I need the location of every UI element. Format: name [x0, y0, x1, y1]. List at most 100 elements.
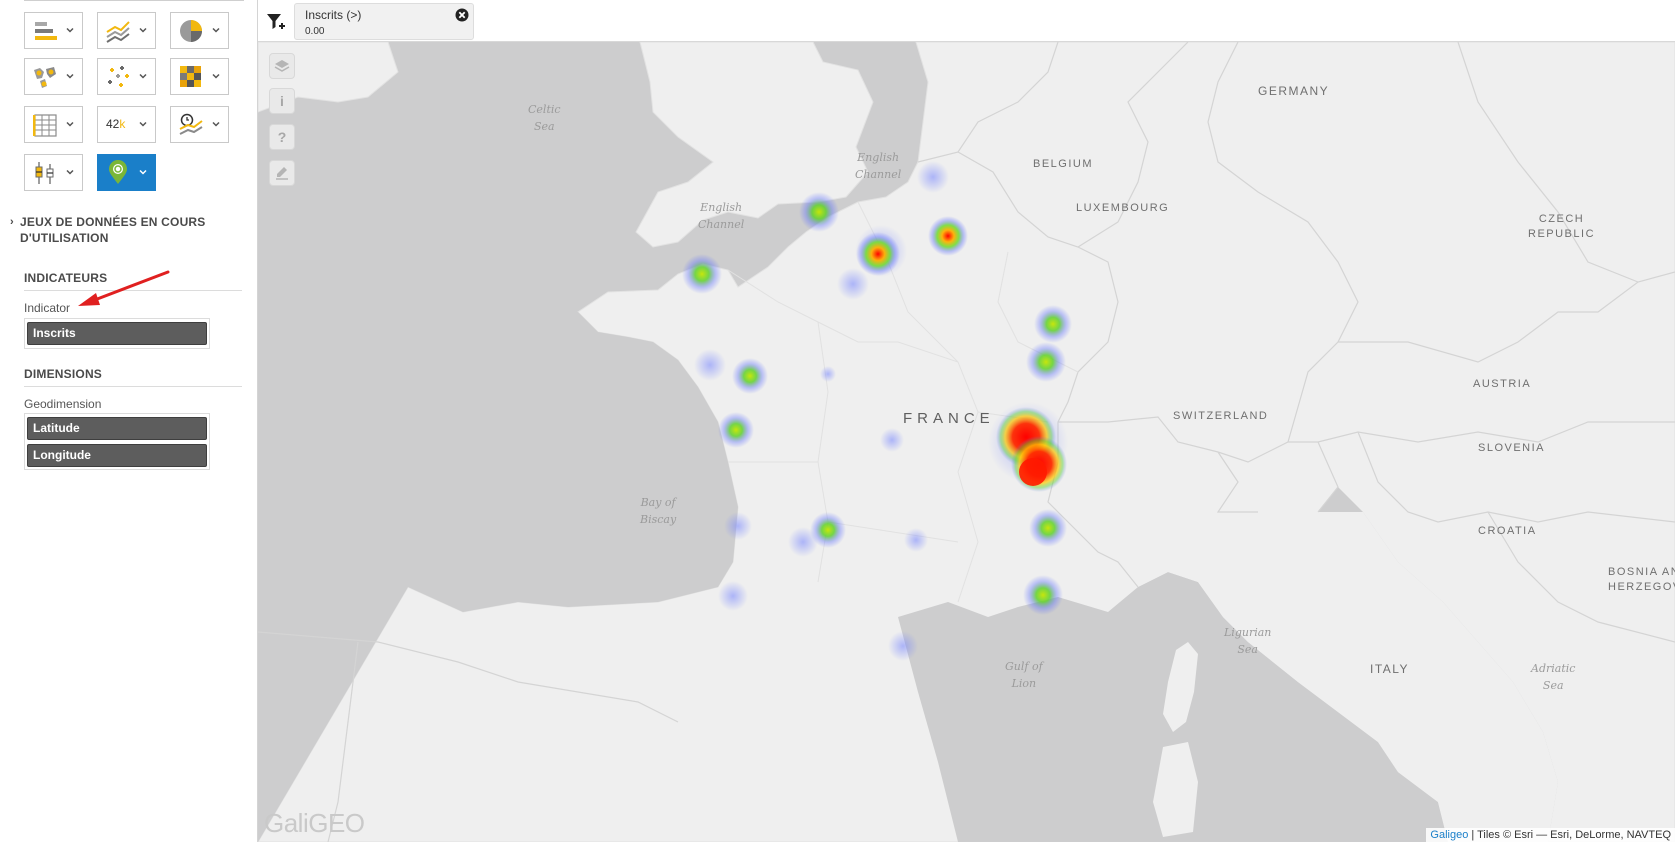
- filter-chip[interactable]: Inscrits (>) 0.00: [294, 3, 474, 40]
- chevron-down-icon: [139, 169, 147, 175]
- label-czech-republic: CZECH REPUBLIC: [1528, 213, 1596, 240]
- dimension-pill-latitude[interactable]: Latitude: [27, 417, 207, 440]
- left-sidebar: 42k › JEUX DE DONNÉES EN COURS D'UTILISA…: [0, 0, 258, 842]
- label-bay-of-biscay: Bay of Biscay: [640, 496, 677, 526]
- filter-bar: Inscrits (>) 0.00: [258, 0, 1675, 42]
- galigeo-logo: GaliGEO: [264, 808, 365, 838]
- label-italy: ITALY: [1370, 662, 1410, 676]
- indicator-drop-zone[interactable]: Inscrits: [24, 318, 210, 349]
- timeline-chart-icon: [179, 113, 203, 135]
- dimensions-title: DIMENSIONS: [24, 367, 242, 387]
- label-celtic-sea: Celtic Sea: [528, 103, 561, 133]
- label-ligurian-sea: Ligurian Sea: [1224, 626, 1272, 656]
- chevron-down-icon: [139, 27, 147, 33]
- heat-point-rouen: [799, 192, 839, 232]
- label-english-channel-2: English Channel: [698, 201, 745, 231]
- bar-chart-button[interactable]: [24, 12, 83, 49]
- chevron-down-icon: [66, 73, 74, 79]
- divider: [24, 0, 244, 1]
- heat-point-paris: [856, 232, 900, 276]
- basemap[interactable]: [258, 42, 1675, 842]
- heat-halo: [880, 428, 904, 452]
- chevron-down-icon: [212, 121, 220, 127]
- pie-chart-icon: [180, 20, 202, 42]
- help-button[interactable]: ?: [269, 124, 295, 150]
- heat-point-poitiers: [732, 358, 768, 394]
- heat-point-nancy: [1034, 305, 1072, 343]
- heat-point-dijon: [1026, 342, 1066, 382]
- attribution-text: | Tiles © Esri — Esri, DeLorme, NAVTEQ: [1468, 829, 1671, 841]
- attribution-link[interactable]: Galigeo: [1430, 829, 1468, 841]
- annotation-arrow: [78, 270, 170, 306]
- table-button[interactable]: [24, 106, 83, 143]
- chevron-down-icon: [139, 121, 147, 127]
- help-icon: ?: [277, 129, 287, 145]
- heatmap-grid-icon: [180, 66, 201, 87]
- boxplot-button[interactable]: [24, 154, 83, 191]
- datasets-toggle-label: JEUX DE DONNÉES EN COURS: [20, 215, 206, 229]
- label-slovenia: SLOVENIA: [1478, 442, 1546, 454]
- heat-point-marseille: [1023, 575, 1063, 615]
- label-belgium: BELGIUM: [1033, 158, 1094, 170]
- label-switzerland: SWITZERLAND: [1173, 410, 1269, 422]
- heat-halo: [904, 528, 928, 552]
- label-english-channel: English Channel: [855, 151, 902, 181]
- heat-halo: [788, 527, 818, 557]
- draw-button[interactable]: [269, 160, 295, 186]
- bar-chart-icon: [35, 22, 57, 40]
- chevron-down-icon: [66, 169, 74, 175]
- layers-button[interactable]: [269, 53, 295, 79]
- chevron-down-icon: [66, 27, 74, 33]
- chevron-down-icon: [139, 73, 147, 79]
- heat-halo: [917, 161, 949, 193]
- geodimension-label: Geodimension: [24, 397, 102, 411]
- label-croatia: CROATIA: [1478, 525, 1537, 537]
- pie-chart-button[interactable]: [170, 12, 229, 49]
- label-gulf-of-lion: Gulf of Lion: [1005, 660, 1043, 690]
- kpi-icon: 42k: [106, 117, 126, 131]
- heat-point-rennes: [682, 254, 722, 294]
- label-france: FRANCE: [903, 410, 995, 427]
- heat-point-agen: [724, 512, 752, 540]
- heat-halo: [694, 349, 726, 381]
- heat-point-avignon: [1029, 509, 1067, 547]
- dimension-pill-longitude[interactable]: Longitude: [27, 444, 207, 467]
- label-luxembourg: LUXEMBOURG: [1076, 202, 1170, 214]
- kpi-button[interactable]: 42k: [97, 106, 156, 143]
- geo-marker-icon: [109, 160, 127, 184]
- chevron-right-icon: ›: [10, 216, 14, 228]
- heat-point-la-rochelle: [718, 412, 754, 448]
- heatmap-grid-button[interactable]: [170, 58, 229, 95]
- filter-chip-value: 0.00: [305, 26, 325, 37]
- add-filter-icon[interactable]: [266, 12, 286, 32]
- scatter-chart-icon: [108, 66, 129, 87]
- chevron-down-icon: [66, 121, 74, 127]
- scatter-chart-button[interactable]: [97, 58, 156, 95]
- heat-halo: [718, 581, 748, 611]
- map-chart-icon: [34, 67, 56, 88]
- filter-chip-name: Inscrits (>): [305, 8, 362, 22]
- heat-halo: [820, 366, 836, 382]
- line-chart-button[interactable]: [97, 12, 156, 49]
- chevron-down-icon: [212, 27, 220, 33]
- draw-icon: [276, 167, 288, 180]
- chevron-down-icon: [212, 73, 220, 79]
- map-panel: Inscrits (>) 0.00 i ? GERMANY BELGIUM LU…: [258, 0, 1675, 842]
- label-bosnia: BOSNIA AN HERZEGOV: [1608, 566, 1675, 593]
- dimension-drop-zone[interactable]: Latitude Longitude: [24, 413, 210, 470]
- table-icon: [33, 114, 57, 137]
- indicator-pill-inscrits[interactable]: Inscrits: [27, 322, 207, 345]
- label-adriatic-sea: Adriatic Sea: [1531, 662, 1576, 692]
- geo-map-button[interactable]: [97, 154, 156, 191]
- close-icon[interactable]: [455, 8, 469, 22]
- timeline-chart-button[interactable]: [170, 106, 229, 143]
- map-chart-button[interactable]: [24, 58, 83, 95]
- line-chart-icon: [106, 21, 130, 43]
- heat-halo: [837, 268, 869, 300]
- datasets-toggle-label-2: D'UTILISATION: [20, 231, 109, 245]
- info-button[interactable]: i: [269, 88, 295, 114]
- label-austria: AUSTRIA: [1473, 378, 1532, 390]
- datasets-in-use-toggle[interactable]: › JEUX DE DONNÉES EN COURS D'UTILISATION: [10, 214, 240, 246]
- indicator-label: Indicator: [24, 301, 71, 315]
- layers-icon: [274, 60, 290, 72]
